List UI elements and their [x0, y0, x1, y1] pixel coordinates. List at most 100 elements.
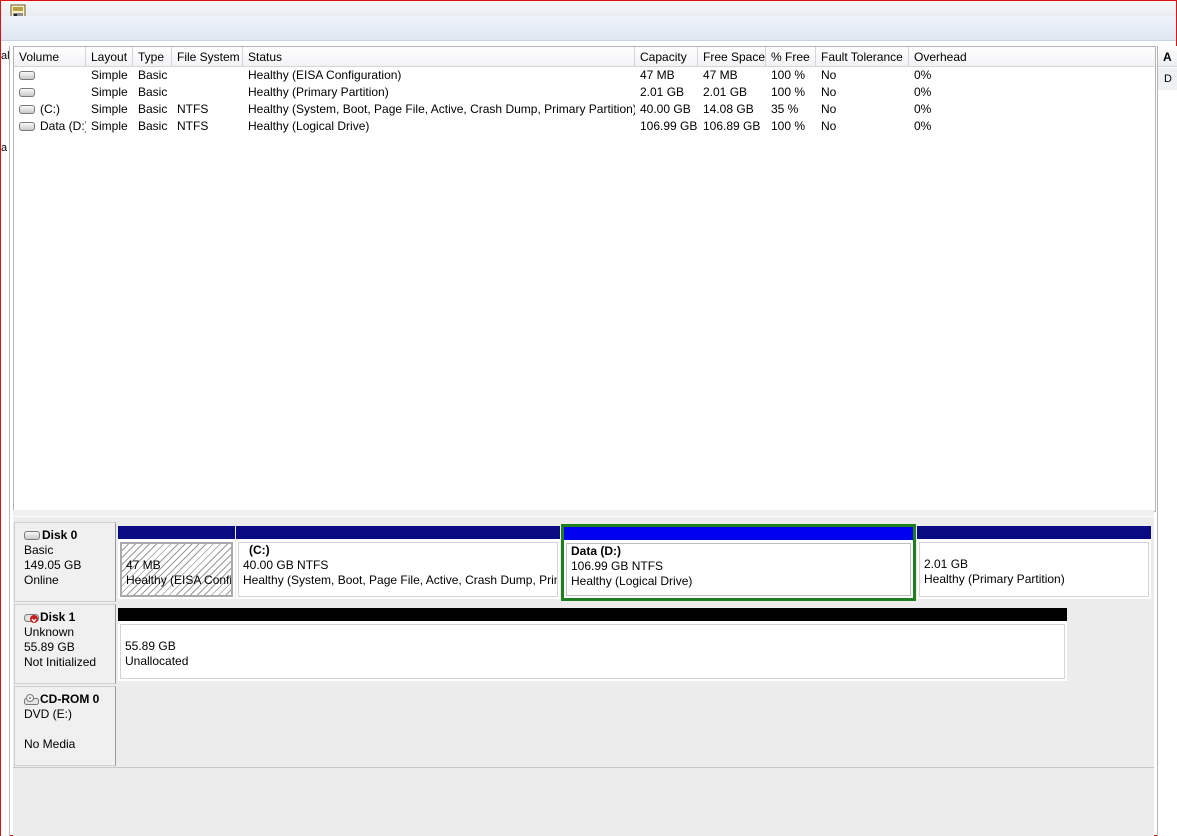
partition-size: 2.01 GB — [924, 557, 969, 571]
left-pane-edge: al a — [1, 46, 10, 836]
cell-file-system — [172, 84, 243, 101]
partition-c[interactable]: (C:) 40.00 GB NTFS Healthy (System, Boot… — [236, 526, 560, 599]
disk-kind: Unknown — [24, 625, 75, 639]
cell-percent-free: 35 % — [771, 102, 799, 116]
disk-row-1: Disk 1 Unknown 55.89 GB Not Initialized … — [13, 604, 1154, 684]
hard-disk-icon — [19, 105, 35, 115]
cell-file-system: NTFS — [177, 119, 209, 133]
column-header-percent-free[interactable]: % Free — [766, 47, 816, 66]
hard-disk-icon — [24, 531, 40, 541]
table-row[interactable]: Simple Basic Healthy (EISA Configuration… — [14, 67, 1155, 84]
disk-state: Not Initialized — [24, 655, 97, 669]
cell-percent-free: 100 % — [771, 85, 806, 99]
cell-status: Healthy (EISA Configuration) — [248, 68, 402, 82]
cell-status: Healthy (System, Boot, Page File, Active… — [248, 102, 635, 116]
cell-free-space: 106.89 GB — [703, 119, 761, 133]
partition-body: 47 MB Healthy (EISA Confi — [120, 542, 233, 597]
partition-status: Unallocated — [125, 654, 189, 668]
cell-fault-tolerance: No — [821, 119, 837, 133]
actions-item[interactable]: D — [1158, 68, 1177, 90]
toolbar — [1, 1, 1176, 20]
cell-file-system: NTFS — [177, 102, 209, 116]
partition-title: (C:) — [249, 543, 270, 557]
cell-type: Basic — [138, 85, 168, 99]
cell-type: Basic — [138, 102, 168, 116]
cell-volume — [14, 84, 86, 101]
disk-row-0: Disk 0 Basic 149.05 GB Online 47 MB Heal… — [13, 522, 1154, 602]
partition-body: (C:) 40.00 GB NTFS Healthy (System, Boot… — [238, 542, 558, 597]
partition-bar — [917, 526, 1151, 539]
partition-d-selected[interactable]: Data (D:) 106.99 GB NTFS Healthy (Logica… — [561, 524, 916, 601]
partition-unallocated[interactable]: 55.89 GB Unallocated — [118, 608, 1067, 681]
column-header-overhead[interactable]: Overhead — [909, 47, 1155, 66]
disk-row-cdrom: CD-ROM 0 DVD (E:) No Media — [13, 686, 1154, 766]
disk-kind: DVD (E:) — [24, 707, 72, 721]
cell-type: Basic — [138, 68, 168, 82]
cell-capacity: 47 MB — [640, 68, 675, 82]
divider — [13, 767, 1154, 768]
column-header-capacity[interactable]: Capacity — [635, 47, 698, 66]
partition-status: Healthy (Primary Partition) — [924, 572, 1065, 586]
column-header-status[interactable]: Status — [243, 47, 635, 66]
cell-percent-free: 100 % — [771, 68, 806, 82]
disk-kind: Basic — [24, 543, 54, 557]
partition-bar — [118, 608, 1067, 621]
column-header-fault-tolerance[interactable]: Fault Tolerance — [816, 47, 909, 66]
partition-size: 40.00 GB NTFS — [243, 558, 329, 572]
disk-label[interactable]: CD-ROM 0 DVD (E:) No Media — [14, 686, 116, 766]
partition-eisa[interactable]: 47 MB Healthy (EISA Confi — [118, 526, 235, 599]
disk-name: CD-ROM 0 — [40, 692, 100, 706]
column-header-type[interactable]: Type — [133, 47, 172, 66]
disk-size: 55.89 GB — [24, 640, 75, 654]
cell-file-system — [172, 67, 243, 84]
hard-disk-icon — [19, 88, 35, 98]
table-row[interactable]: Simple Basic Healthy (Primary Partition)… — [14, 84, 1155, 101]
partition-body: Data (D:) 106.99 GB NTFS Healthy (Logica… — [566, 543, 911, 596]
table-row[interactable]: Data (D:) Simple Basic NTFS Healthy (Log… — [14, 118, 1155, 135]
actions-header: A — [1158, 46, 1177, 67]
partition-primary[interactable]: 2.01 GB Healthy (Primary Partition) — [917, 526, 1151, 599]
disk-size: 149.05 GB — [24, 558, 82, 572]
partition-title: Data (D:) — [571, 544, 621, 558]
cdrom-icon — [24, 693, 39, 705]
cell-type: Basic — [138, 119, 168, 133]
cell-capacity: 2.01 GB — [640, 85, 685, 99]
cell-status: Healthy (Logical Drive) — [248, 119, 370, 133]
cell-status: Healthy (Primary Partition) — [248, 85, 389, 99]
column-header-free-space[interactable]: Free Space — [698, 47, 766, 66]
partition-bar — [118, 526, 235, 539]
partition-size: 55.89 GB — [125, 639, 176, 653]
table-row[interactable]: (C:) Simple Basic NTFS Healthy (System, … — [14, 101, 1155, 118]
disk-name: Disk 1 — [40, 610, 76, 624]
partition-size: 47 MB — [126, 558, 161, 572]
cell-capacity: 106.99 GB — [640, 119, 698, 133]
partition-size: 106.99 GB NTFS — [571, 559, 664, 573]
column-header-layout[interactable]: Layout — [86, 47, 133, 66]
cell-overhead: 0% — [914, 85, 932, 99]
cell-overhead: 0% — [914, 119, 932, 133]
cell-free-space: 14.08 GB — [703, 102, 754, 116]
column-header-volume[interactable]: Volume — [14, 47, 86, 66]
cell-volume: Data (D:) — [14, 118, 86, 135]
partition-bar — [564, 527, 913, 540]
disk-label[interactable]: Disk 1 Unknown 55.89 GB Not Initialized — [14, 604, 116, 684]
column-header-file-system[interactable]: File System — [172, 47, 243, 66]
partition-bar — [236, 526, 560, 539]
cell-percent-free: 100 % — [771, 119, 806, 133]
cell-fault-tolerance: No — [821, 85, 837, 99]
hard-disk-icon — [19, 122, 35, 132]
left-pane-text: a — [1, 142, 8, 154]
disk-graphical-view: Disk 0 Basic 149.05 GB Online 47 MB Heal… — [13, 517, 1154, 836]
partition-status: Healthy (Logical Drive) — [571, 574, 693, 588]
hard-disk-icon — [19, 71, 35, 81]
disk-state: Online — [24, 573, 59, 587]
disk-label[interactable]: Disk 0 Basic 149.05 GB Online — [14, 522, 116, 602]
partition-body: 55.89 GB Unallocated — [120, 624, 1065, 679]
actions-pane: A D — [1157, 46, 1177, 836]
left-pane-text: al — [1, 50, 10, 62]
splitter-bar[interactable] — [13, 510, 1154, 516]
toolbar-strip — [1, 16, 1176, 41]
cell-volume — [14, 67, 86, 84]
disk-name: Disk 0 — [42, 528, 78, 542]
disk-size — [24, 722, 115, 737]
